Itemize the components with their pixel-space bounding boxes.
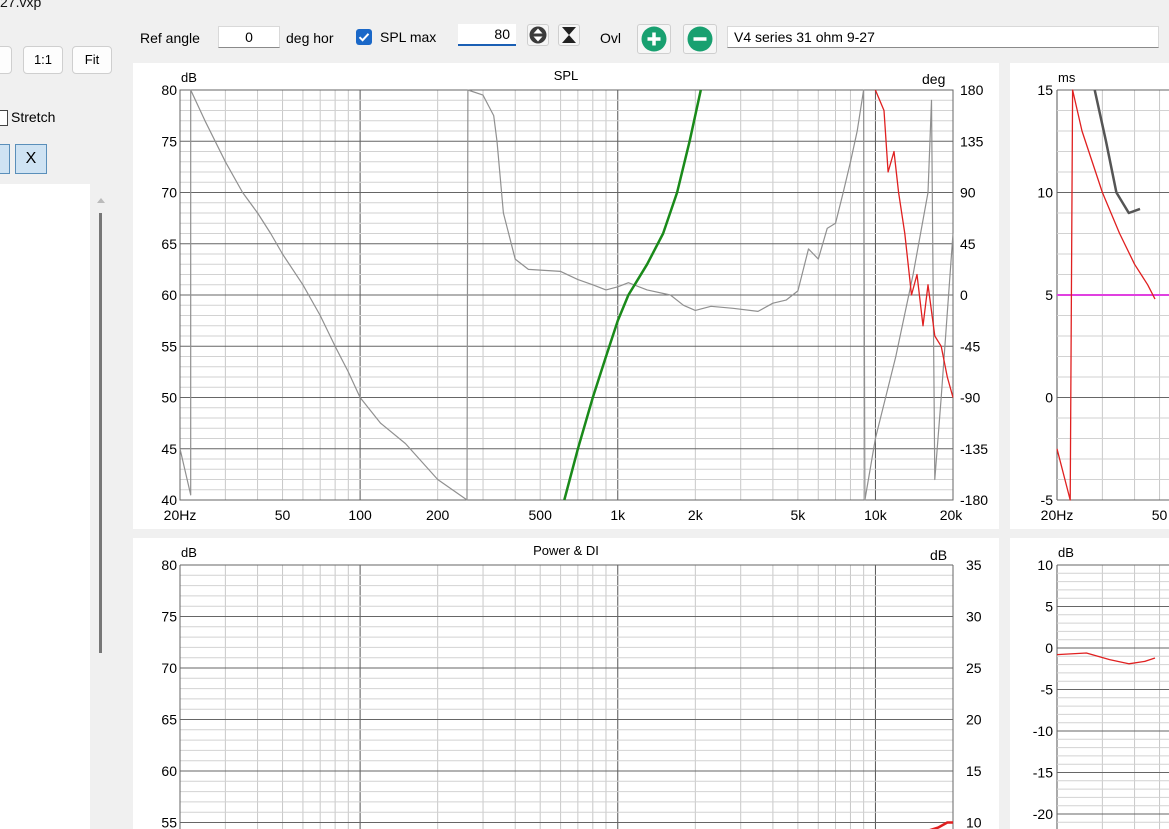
power-grid bbox=[179, 565, 954, 829]
power-r-tick: 15 bbox=[966, 763, 982, 779]
spl-r-tick: 45 bbox=[960, 236, 976, 252]
spl-y-tick: 55 bbox=[161, 338, 177, 354]
spl-r-tick: -45 bbox=[960, 338, 980, 354]
spl-y-tick: 60 bbox=[161, 287, 177, 303]
spl-y-tick: 70 bbox=[161, 185, 177, 201]
power-r-tick: 30 bbox=[966, 609, 982, 625]
spl-left-unit: dB bbox=[181, 70, 197, 85]
power-r-tick: 35 bbox=[966, 557, 982, 573]
spl-x-tick: 5k bbox=[790, 507, 806, 523]
spl-hgrid-group bbox=[180, 89, 953, 501]
spl-r-tick: -180 bbox=[960, 492, 988, 508]
delay-y-tick: 10 bbox=[1037, 185, 1053, 201]
delay-y-tick: -5 bbox=[1041, 492, 1054, 508]
small-y-tick: -10 bbox=[1033, 723, 1053, 739]
spl-r-tick: 180 bbox=[960, 82, 984, 98]
small-y-tick: -15 bbox=[1033, 765, 1053, 781]
spl-r-tick: -90 bbox=[960, 390, 980, 406]
delay-y-tick: 15 bbox=[1037, 82, 1053, 98]
power-y-tick: 65 bbox=[161, 712, 177, 728]
power-red-curve bbox=[929, 821, 953, 829]
spl-r-tick: -135 bbox=[960, 441, 988, 457]
spl-r-tick: 0 bbox=[960, 287, 968, 303]
small-y-tick: -20 bbox=[1033, 806, 1053, 822]
small-red-curve bbox=[1056, 652, 1156, 665]
delay-x-tick: 50 bbox=[1152, 507, 1168, 523]
spl-y-tick: 45 bbox=[161, 441, 177, 457]
spl-x-tick: 500 bbox=[529, 507, 553, 523]
power-y-tick: 60 bbox=[161, 763, 177, 779]
power-hgrid-group bbox=[180, 564, 953, 823]
power-y-tick: 70 bbox=[161, 660, 177, 676]
spl-y-tick: 40 bbox=[161, 492, 177, 508]
power-chart-title: Power & DI bbox=[533, 543, 599, 558]
spl-right-unit: deg bbox=[922, 71, 945, 87]
small-unit: dB bbox=[1058, 545, 1074, 560]
power-r-tick: 25 bbox=[966, 660, 982, 676]
spl-y-tick: 65 bbox=[161, 236, 177, 252]
delay-unit: ms bbox=[1058, 70, 1076, 85]
spl-x-tick: 20k bbox=[940, 507, 964, 523]
spl-x-tick: 50 bbox=[275, 507, 291, 523]
spl-x-tick: 20Hz bbox=[164, 507, 197, 523]
delay-y-tick: 5 bbox=[1045, 287, 1053, 303]
spl-x-tick: 10k bbox=[864, 507, 888, 523]
delay-y-tick: 0 bbox=[1045, 390, 1053, 406]
spl-x-tick: 100 bbox=[348, 507, 372, 523]
spl-r-tick: 135 bbox=[960, 133, 984, 149]
spl-x-tick: 200 bbox=[426, 507, 450, 523]
power-r-tick: 20 bbox=[966, 712, 982, 728]
small-hgrid-group bbox=[1057, 564, 1169, 823]
power-y-tick: 75 bbox=[161, 609, 177, 625]
spl-chart-title: SPL bbox=[554, 68, 579, 83]
spl-x-tick: 2k bbox=[688, 507, 704, 523]
spl-y-tick: 50 bbox=[161, 390, 177, 406]
chart-canvas: SPLdB deg80757065605550454018013590450-45… bbox=[161, 68, 1169, 829]
power-left-unit: dB bbox=[181, 545, 197, 560]
small-y-tick: -5 bbox=[1041, 682, 1054, 698]
power-y-tick: 80 bbox=[161, 557, 177, 573]
small-y-tick: 0 bbox=[1045, 640, 1053, 656]
spl-y-tick: 80 bbox=[161, 82, 177, 98]
power-right-unit: dB bbox=[930, 547, 947, 563]
spl-x-tick: 1k bbox=[610, 507, 626, 523]
power-r-tick: 10 bbox=[966, 815, 982, 829]
small-y-tick: 10 bbox=[1037, 557, 1053, 573]
small-y-tick: 5 bbox=[1045, 599, 1053, 615]
spl-y-tick: 75 bbox=[161, 133, 177, 149]
delay-x-tick: 20Hz bbox=[1041, 507, 1074, 523]
power-y-tick: 55 bbox=[161, 815, 177, 829]
spl-r-tick: 90 bbox=[960, 185, 976, 201]
